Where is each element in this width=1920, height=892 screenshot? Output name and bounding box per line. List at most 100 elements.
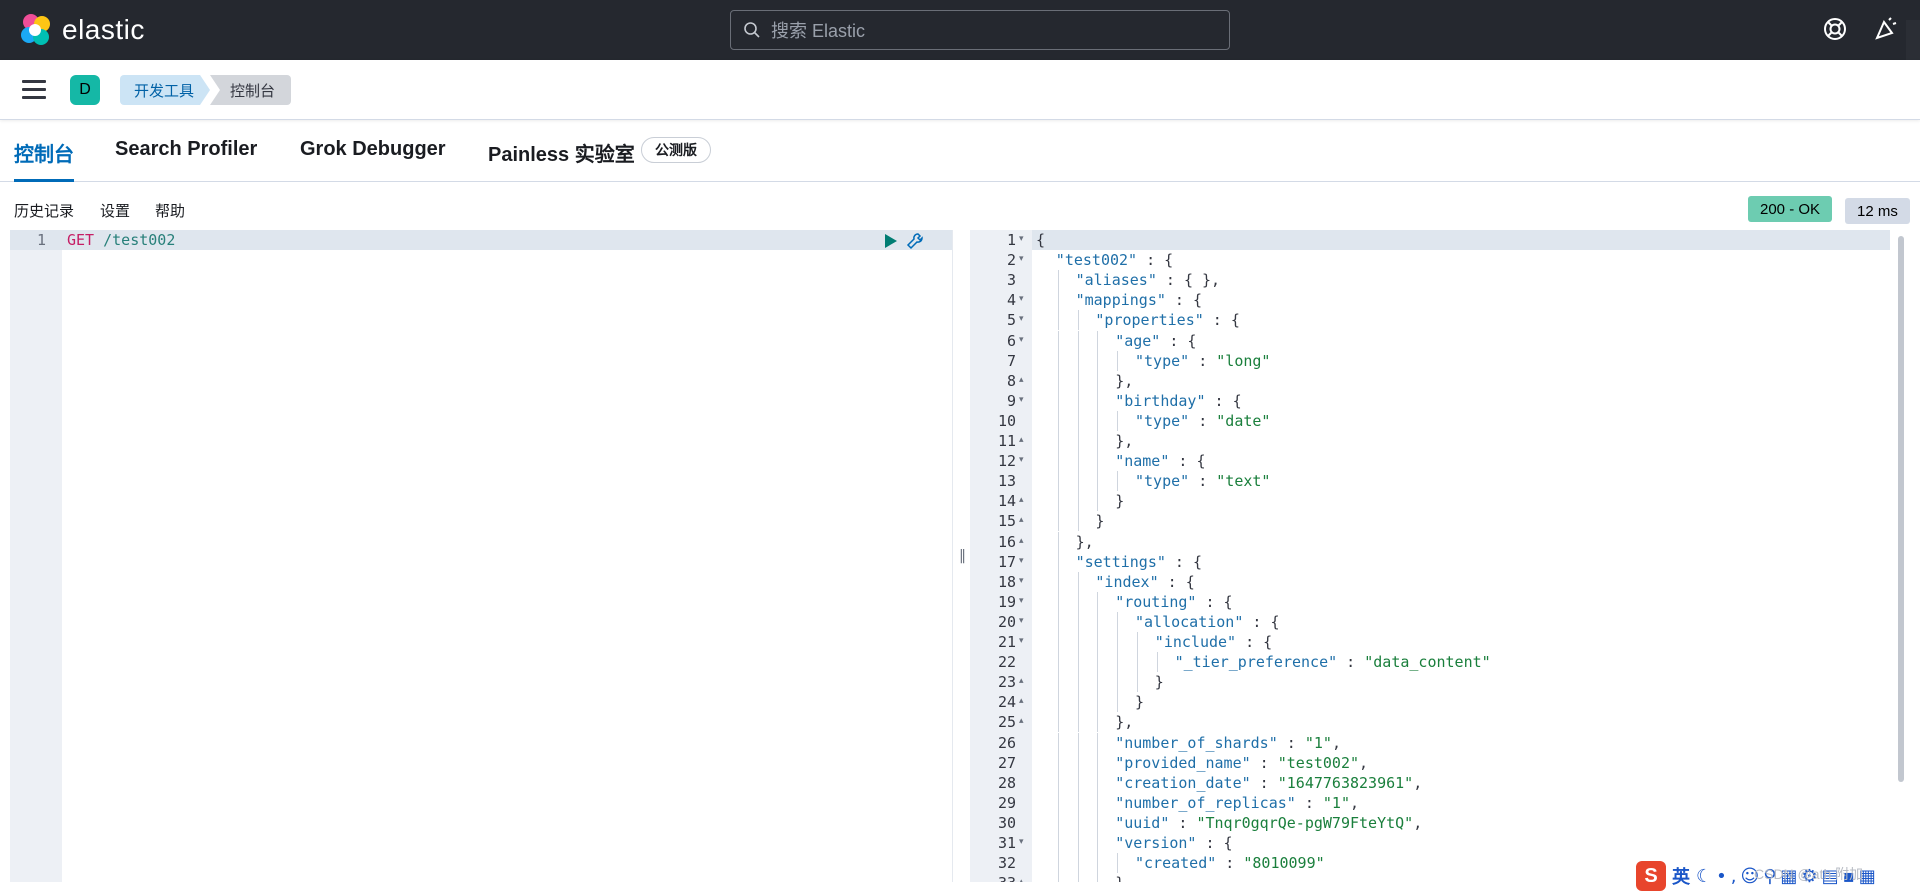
fold-expand-icon[interactable]: ▴	[1019, 696, 1024, 706]
request-line[interactable]: GET /test002	[67, 231, 175, 249]
indent-guide	[1097, 833, 1099, 854]
menu-icon-bar	[22, 88, 46, 91]
json-key: "number_of_shards"	[1115, 733, 1278, 752]
line-number: 3	[1006, 271, 1016, 290]
fold-collapse-icon[interactable]: ▾	[1019, 636, 1024, 646]
indent-guide	[1057, 330, 1059, 351]
line-number: 16	[997, 532, 1016, 551]
beta-badge: 公测版	[641, 137, 711, 163]
watermark-text: CSDN @ath 附加	[1754, 866, 1864, 882]
line-number: 9	[1006, 391, 1016, 410]
global-search-input[interactable]: 搜索 Elastic	[730, 10, 1230, 50]
indent-guide	[1097, 772, 1099, 793]
history-link[interactable]: 历史记录	[14, 200, 74, 221]
json-key: "provided_name"	[1115, 753, 1251, 772]
send-request-play-icon[interactable]	[884, 233, 898, 249]
indent-guide	[1077, 732, 1079, 753]
elastic-logo[interactable]: elastic	[18, 12, 145, 48]
line-number: 29	[997, 793, 1016, 812]
fold-expand-icon[interactable]: ▴	[1019, 536, 1024, 546]
line-number: 10	[997, 411, 1016, 430]
response-code: "include" : {	[1154, 633, 1273, 651]
response-line: 6 ▾ "age" : {	[970, 330, 1890, 351]
json-key: "allocation"	[1135, 612, 1244, 631]
indent-guide	[1077, 410, 1079, 431]
elastic-logo-icon	[21, 14, 50, 45]
wrench-icon[interactable]	[905, 231, 925, 251]
drag-handle-icon[interactable]: ‖	[959, 548, 966, 564]
indent-guide	[1077, 370, 1079, 391]
breadcrumb-dev-tools[interactable]: 开发工具	[120, 75, 210, 105]
response-line: 12 ▾ "name" : {	[970, 451, 1890, 472]
fold-collapse-icon[interactable]: ▾	[1019, 596, 1024, 606]
fold-collapse-icon[interactable]: ▾	[1019, 556, 1024, 566]
response-line: 13 "type" : "text"	[970, 471, 1890, 492]
fold-collapse-icon[interactable]: ▾	[1019, 455, 1024, 465]
indent-guide	[1097, 873, 1099, 882]
settings-link[interactable]: 设置	[100, 200, 130, 221]
console-toolbar: 历史记录 设置 帮助 200 - OK 12 ms	[0, 196, 1920, 224]
indent-guide	[1097, 491, 1099, 512]
fold-collapse-icon[interactable]: ▾	[1019, 837, 1024, 847]
tab-grok-debugger[interactable]: Grok Debugger	[300, 138, 446, 182]
fold-expand-icon[interactable]: ▴	[1019, 515, 1024, 525]
ime-logo-icon[interactable]: S	[1636, 861, 1666, 891]
fold-expand-icon[interactable]: ▴	[1019, 495, 1024, 505]
response-output[interactable]: 1 ▾{2 ▾ "test002" : {3 "aliases" : { }, 4 ▾ "ma…	[970, 230, 1890, 882]
fold-collapse-icon[interactable]: ▾	[1019, 335, 1024, 345]
fold-collapse-icon[interactable]: ▾	[1019, 294, 1024, 304]
fold-collapse-icon[interactable]: ▾	[1019, 395, 1024, 405]
json-value: "1647763823961"	[1277, 773, 1414, 792]
newsfeed-icon[interactable]	[1872, 16, 1898, 42]
fold-collapse-icon[interactable]: ▾	[1019, 234, 1024, 244]
space-avatar[interactable]: D	[70, 75, 100, 105]
fold-expand-icon[interactable]: ▴	[1019, 375, 1024, 385]
json-key: "creation_date"	[1115, 773, 1251, 792]
editor-active-line[interactable]: 1 GET /test002	[10, 230, 952, 250]
search-icon	[744, 22, 760, 38]
response-code: "type" : "text"	[1135, 472, 1271, 491]
line-number: 1	[36, 231, 46, 249]
fold-collapse-icon[interactable]: ▾	[1019, 576, 1024, 586]
ime-mode-toggle[interactable]: 英	[1672, 863, 1690, 889]
fold-collapse-icon[interactable]: ▾	[1019, 254, 1024, 264]
fold-collapse-icon[interactable]: ▾	[1019, 314, 1024, 324]
pane-resizer[interactable]: ‖	[952, 230, 970, 882]
fold-expand-icon[interactable]: ▴	[1019, 676, 1024, 686]
json-value: "8010099"	[1243, 854, 1325, 873]
output-scrollbar[interactable]	[1898, 236, 1904, 782]
fold-expand-icon[interactable]: ▴	[1019, 716, 1024, 726]
help-link[interactable]: 帮助	[155, 200, 185, 221]
indent-guide	[1117, 692, 1119, 713]
indent-guide	[1057, 410, 1059, 431]
line-number: 25	[997, 713, 1016, 732]
line-number: 11	[997, 432, 1016, 450]
line-number: 12	[997, 452, 1016, 471]
request-editor[interactable]: 1 GET /test002	[10, 230, 952, 882]
response-line: 29 "number_of_replicas" : "1",	[970, 792, 1890, 813]
fold-expand-icon[interactable]: ▴	[1019, 877, 1024, 882]
response-line: 14 ▴}	[970, 491, 1890, 512]
line-number: 13	[997, 472, 1016, 491]
line-number: 26	[997, 733, 1016, 752]
indent-guide	[1057, 611, 1059, 632]
tab-search-profiler[interactable]: Search Profiler	[115, 138, 257, 182]
line-number: 20	[997, 612, 1016, 631]
json-value: "1"	[1322, 793, 1350, 812]
response-line: 5 ▾ "properties" : {	[970, 310, 1890, 331]
indent-guide	[1097, 632, 1099, 653]
response-code: "mappings" : {	[1075, 291, 1203, 310]
line-number: 27	[997, 753, 1016, 772]
json-key: "type"	[1135, 351, 1190, 370]
json-key: "number_of_replicas"	[1115, 793, 1296, 812]
fold-expand-icon[interactable]: ▴	[1019, 435, 1024, 445]
tab-painless-lab[interactable]: Painless 实验室	[488, 138, 635, 182]
tab-console[interactable]: 控制台	[14, 138, 74, 182]
help-icon[interactable]	[1822, 16, 1848, 42]
json-key: "test002"	[1055, 251, 1138, 270]
fold-collapse-icon[interactable]: ▾	[1019, 616, 1024, 626]
indent-guide	[1077, 652, 1079, 673]
indent-guide	[1057, 632, 1059, 653]
indent-guide	[1117, 632, 1119, 653]
menu-toggle-button[interactable]	[22, 80, 46, 100]
